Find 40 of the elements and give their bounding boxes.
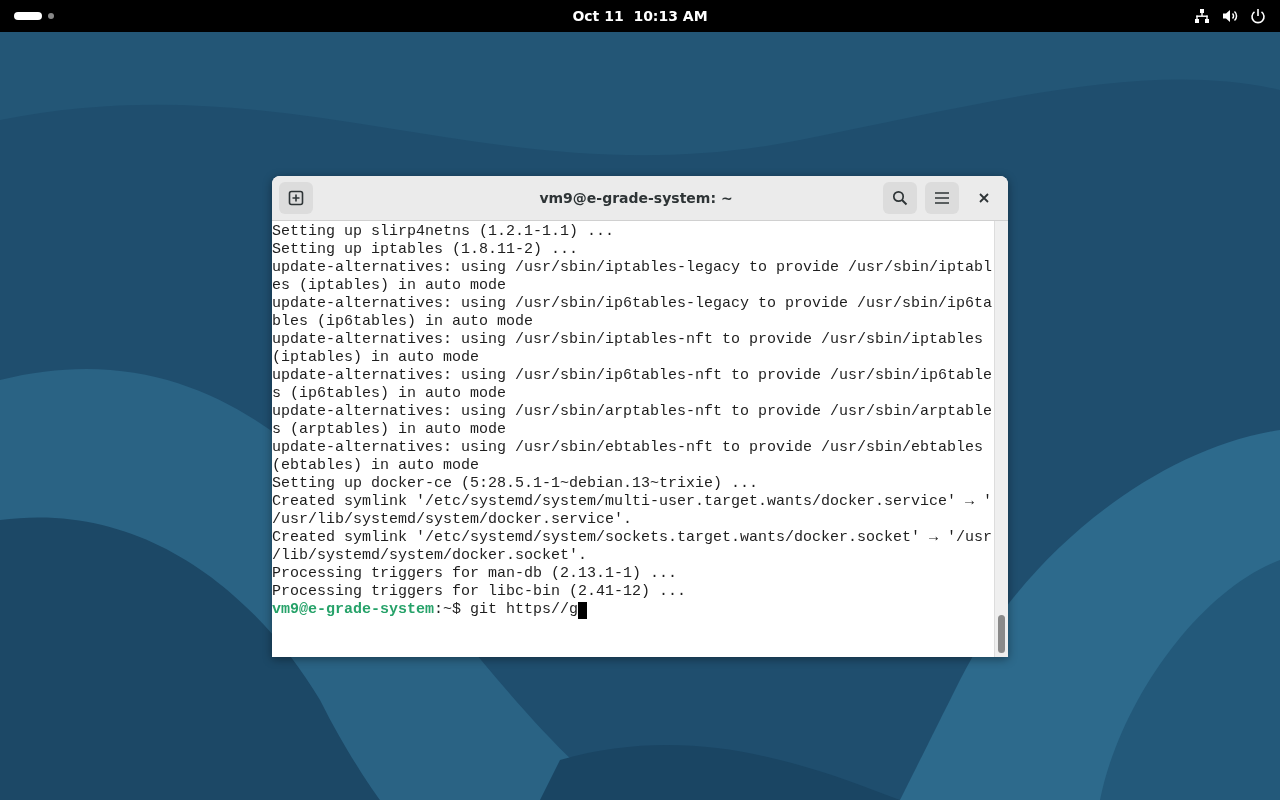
- search-button[interactable]: [883, 182, 917, 214]
- terminal-line: update-alternatives: using /usr/sbin/ebtables-nft to provide /usr/sbin/ebtables: [272, 439, 984, 457]
- new-tab-button[interactable]: [279, 182, 313, 214]
- terminal-line: (ebtables) in auto mode: [272, 457, 480, 475]
- terminal-line: Created symlink '/etc/systemd/system/multi-user.target.wants/docker.service' → ': [272, 493, 993, 511]
- window-title: vm9@e-grade-system: ~: [538, 190, 734, 206]
- text-cursor: [578, 601, 588, 619]
- search-icon: [892, 190, 908, 206]
- terminal-line: /usr/lib/systemd/system/docker.service'.: [272, 511, 633, 529]
- terminal-line: Setting up docker-ce (5:28.5.1-1~debian.13~trixie) ...: [272, 475, 759, 493]
- terminal-line: update-alternatives: using /usr/sbin/ip6tables-nft to provide /usr/sbin/ip6table: [272, 367, 993, 385]
- prompt-path: :~$: [434, 601, 462, 619]
- prompt-user-host: vm9@e-grade-system: [272, 601, 435, 619]
- network-icon[interactable]: [1194, 8, 1210, 24]
- terminal-line: /lib/systemd/system/docker.socket'.: [272, 547, 588, 565]
- terminal-line: es (iptables) in auto mode: [272, 277, 507, 295]
- volume-icon[interactable]: [1222, 8, 1238, 24]
- terminal-line: s (ip6tables) in auto mode: [272, 385, 507, 403]
- workspace-dot[interactable]: [48, 13, 54, 19]
- terminal-line: Setting up slirp4netns (1.2.1-1.1) ...: [272, 223, 615, 241]
- terminal-line: update-alternatives: using /usr/sbin/iptables-legacy to provide /usr/sbin/iptabl: [272, 259, 993, 277]
- workspace-indicator[interactable]: [14, 12, 42, 20]
- power-icon[interactable]: [1250, 8, 1266, 24]
- terminal-line: Created symlink '/etc/systemd/system/sockets.target.wants/docker.socket' → '/usr: [272, 529, 993, 547]
- terminal-line: s (arptables) in auto mode: [272, 421, 507, 439]
- menu-icon: [934, 191, 950, 205]
- clock[interactable]: Oct 11 10:13 AM: [572, 8, 708, 24]
- close-icon: [979, 193, 989, 203]
- terminal-line: bles (ip6tables) in auto mode: [272, 313, 534, 331]
- terminal-line: (iptables) in auto mode: [272, 349, 480, 367]
- plus-box-icon: [288, 190, 304, 206]
- terminal-line: Processing triggers for libc-bin (2.41-12) ...: [272, 583, 687, 601]
- menu-button[interactable]: [925, 182, 959, 214]
- command-text: git https//g: [470, 601, 579, 619]
- terminal-line: Setting up iptables (1.8.11-2) ...: [272, 241, 579, 259]
- scrollbar-thumb[interactable]: [998, 615, 1005, 653]
- terminal-line: update-alternatives: using /usr/sbin/arptables-nft to provide /usr/sbin/arptable: [272, 403, 993, 421]
- terminal-line: update-alternatives: using /usr/sbin/iptables-nft to provide /usr/sbin/iptables: [272, 331, 984, 349]
- terminal-line: Processing triggers for man-db (2.13.1-1) ...: [272, 565, 678, 583]
- terminal-line: update-alternatives: using /usr/sbin/ip6tables-legacy to provide /usr/sbin/ip6ta: [272, 295, 993, 313]
